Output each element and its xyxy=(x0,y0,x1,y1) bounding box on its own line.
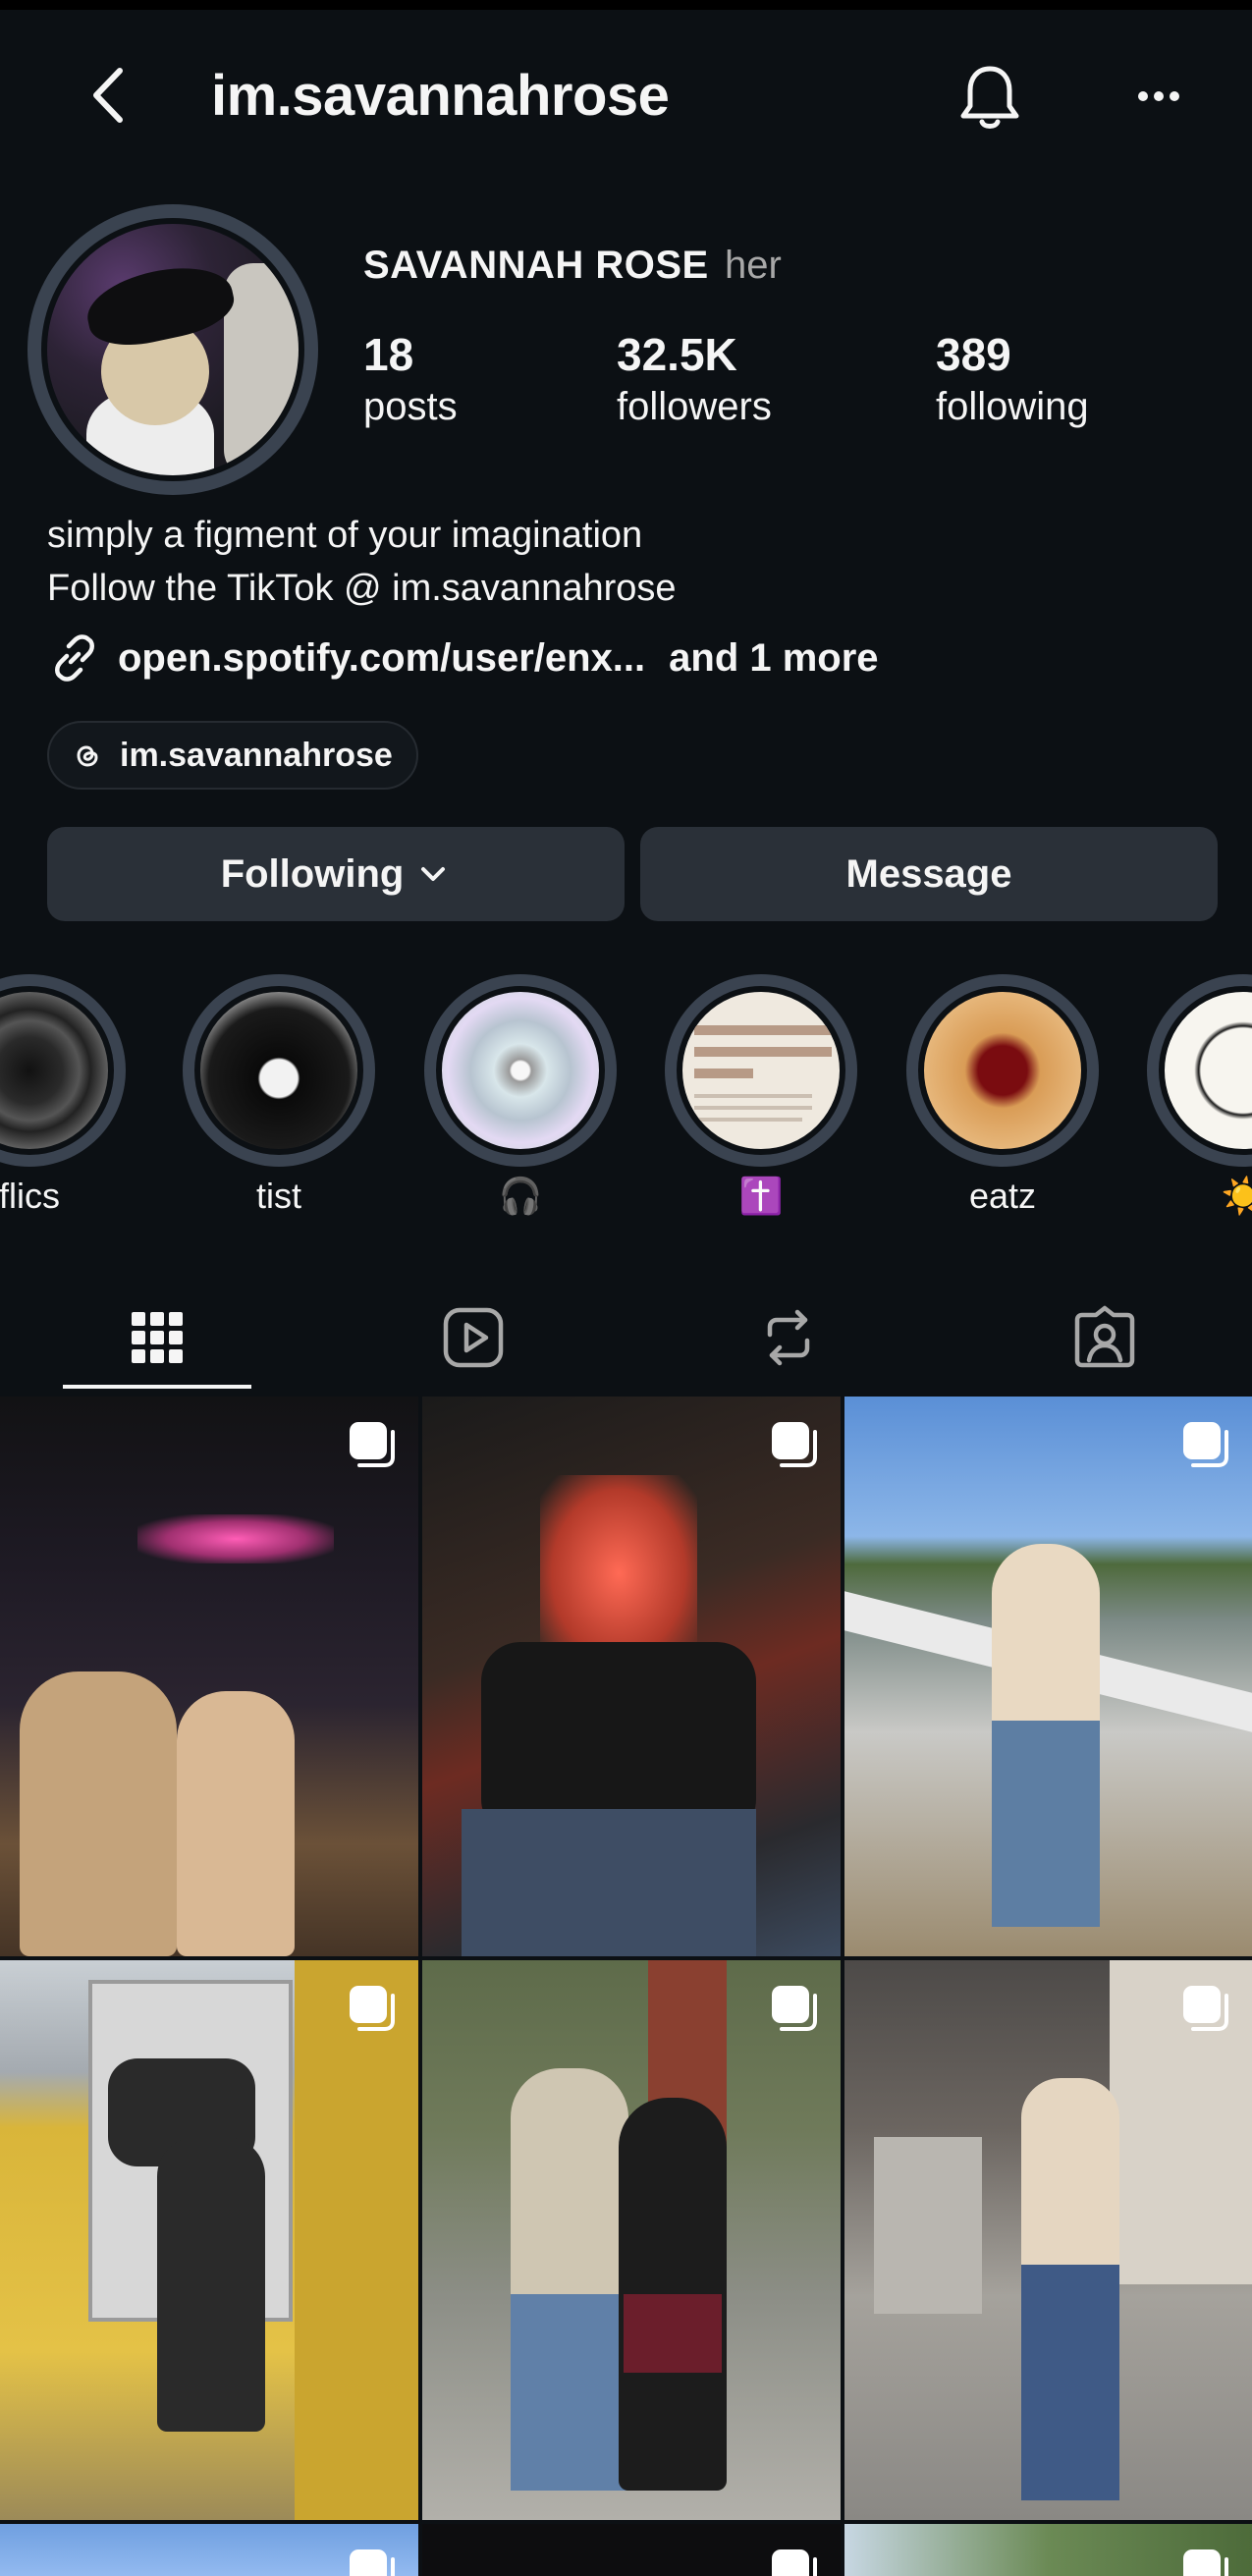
tab-grid[interactable] xyxy=(0,1283,313,1393)
message-button-label: Message xyxy=(845,851,1012,896)
bell-icon xyxy=(960,66,1019,129)
active-tab-indicator xyxy=(63,1385,251,1389)
highlight-faith[interactable] xyxy=(665,974,857,1167)
highlight-label: 🎧 xyxy=(498,1176,543,1216)
carousel-icon xyxy=(772,1422,817,1467)
profile-username: im.savannahrose xyxy=(211,64,670,128)
followers-stat[interactable]: 32.5K followers xyxy=(617,327,772,431)
back-button[interactable] xyxy=(77,61,145,130)
tab-reposts[interactable] xyxy=(631,1283,945,1393)
post-thumbnail[interactable] xyxy=(422,1960,841,2520)
more-options-button[interactable] xyxy=(1119,57,1198,136)
repost-icon xyxy=(767,1309,809,1366)
carousel-icon xyxy=(350,1986,395,2031)
threads-icon xyxy=(77,745,98,767)
carousel-icon xyxy=(350,2549,395,2576)
followers-count: 32.5K xyxy=(617,329,737,380)
avatar-image xyxy=(41,218,304,481)
profile-header: im.savannahrose xyxy=(0,39,1252,157)
posts-stat[interactable]: 18 posts xyxy=(363,327,458,431)
post-thumbnail[interactable] xyxy=(844,1397,1252,1956)
highlight-label: ✝️ xyxy=(738,1176,784,1216)
post-thumbnail[interactable] xyxy=(844,1960,1252,2520)
carousel-icon xyxy=(1183,1986,1228,2031)
more-horizontal-icon xyxy=(1138,91,1179,101)
highlight-label: tist xyxy=(255,1176,301,1216)
highlight-label: ☀️ xyxy=(1221,1176,1252,1216)
post-thumbnail[interactable] xyxy=(0,1397,418,1956)
carousel-icon xyxy=(1183,1422,1228,1467)
bio-line: Follow the TikTok @ im.savannahrose xyxy=(47,568,677,609)
highlight-label: eatz xyxy=(968,1176,1037,1216)
chevron-down-icon xyxy=(421,867,446,881)
following-count: 389 xyxy=(936,329,1011,380)
bio-line: simply a figment of your imagination xyxy=(47,515,643,556)
bio: simply a figment of your imagination Fol… xyxy=(47,509,677,615)
threads-badge[interactable]: im.savannahrose xyxy=(47,721,418,790)
carousel-icon xyxy=(772,1986,817,2031)
carousel-icon xyxy=(350,1422,395,1467)
display-name: SAVANNAH ROSE xyxy=(363,244,709,287)
tab-reels[interactable] xyxy=(316,1283,629,1393)
following-label: following xyxy=(936,385,1089,428)
carousel-icon xyxy=(1183,2549,1228,2576)
threads-handle: im.savannahrose xyxy=(120,736,393,774)
tagged-icon xyxy=(1074,1305,1134,1368)
post-thumbnail[interactable] xyxy=(0,1960,418,2520)
post-thumbnail[interactable] xyxy=(0,2524,418,2576)
post-thumbnail[interactable] xyxy=(844,2524,1252,2576)
following-button[interactable]: Following xyxy=(47,827,625,921)
bio-link-text[interactable]: open.spotify.com/user/enx... xyxy=(118,636,645,681)
posts-count: 18 xyxy=(363,329,414,380)
highlight-sun[interactable] xyxy=(1147,974,1252,1167)
highlight-tist[interactable] xyxy=(183,974,375,1167)
posts-label: posts xyxy=(363,385,458,428)
highlight-label: flics xyxy=(0,1176,60,1216)
pronouns: her xyxy=(725,244,782,287)
tab-tagged[interactable] xyxy=(948,1283,1252,1393)
status-bar-edge xyxy=(0,0,1252,10)
post-thumbnail[interactable] xyxy=(422,1397,841,1956)
notifications-button[interactable] xyxy=(951,57,1029,136)
avatar[interactable] xyxy=(27,204,318,495)
link-icon xyxy=(55,634,94,682)
bio-link[interactable]: open.spotify.com/user/enx... and 1 more xyxy=(47,629,879,687)
following-stat[interactable]: 389 following xyxy=(936,327,1089,431)
message-button[interactable]: Message xyxy=(640,827,1218,921)
following-button-label: Following xyxy=(220,851,405,896)
chevron-left-icon xyxy=(93,68,123,123)
content-tabs xyxy=(0,1283,1252,1393)
highlight-eatz[interactable] xyxy=(906,974,1099,1167)
highlight-flics[interactable] xyxy=(0,974,126,1167)
bio-link-more[interactable]: and 1 more xyxy=(669,636,878,681)
carousel-icon xyxy=(772,2549,817,2576)
followers-label: followers xyxy=(617,385,772,428)
post-thumbnail[interactable] xyxy=(422,2524,841,2576)
highlight-headphones[interactable] xyxy=(424,974,617,1167)
grid-icon xyxy=(131,1312,183,1363)
reels-icon xyxy=(443,1307,503,1368)
